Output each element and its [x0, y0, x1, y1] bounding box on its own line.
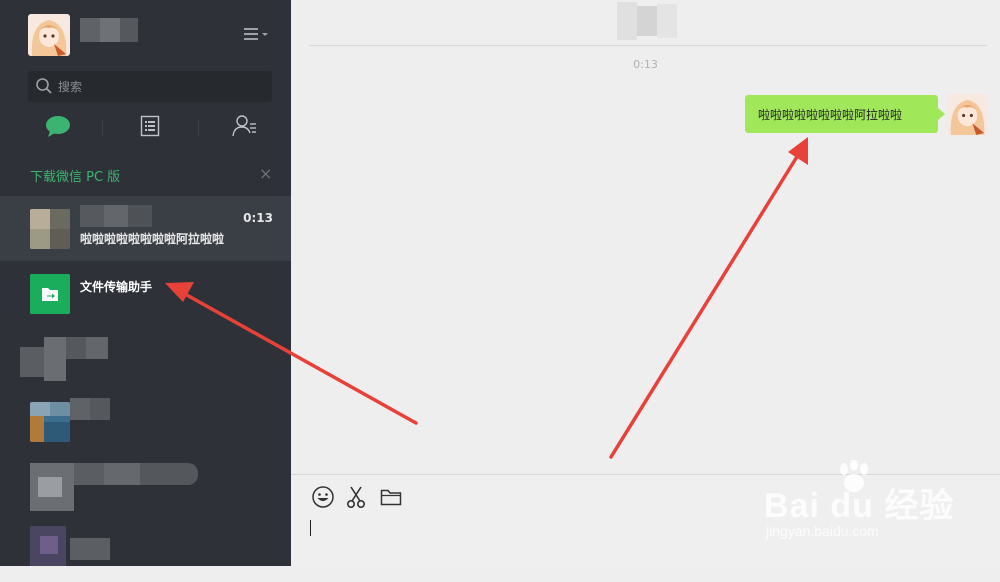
chat-time: 0:13 — [243, 211, 273, 225]
tab-contacts[interactable] — [214, 106, 274, 146]
contact-name-blurred — [80, 205, 152, 227]
chat-title-blurred — [617, 2, 677, 40]
blurred-content — [70, 398, 110, 420]
search-input[interactable] — [58, 77, 258, 96]
scissors-icon[interactable] — [344, 485, 368, 509]
tab-moments[interactable] — [120, 106, 180, 146]
chat-preview: 啦啦啦啦啦啦啦啦阿拉啦啦 — [80, 232, 225, 246]
avatar — [30, 209, 70, 249]
folder-icon[interactable] — [379, 485, 403, 509]
tab-chats[interactable] — [28, 106, 88, 146]
download-pc-link[interactable]: 下载微信 PC 版 — [30, 166, 120, 185]
chat-list-item-blurred[interactable] — [0, 518, 291, 582]
chat-list-item-blurred[interactable] — [0, 457, 291, 521]
chat-name: 文件传输助手 — [80, 280, 153, 294]
close-icon[interactable]: × — [259, 164, 272, 183]
download-pc-banner[interactable]: 下载微信 PC 版 × — [0, 152, 291, 197]
search-icon — [35, 77, 53, 95]
profile-avatar[interactable] — [28, 14, 70, 56]
blurred-content — [30, 463, 198, 511]
chat-list-item[interactable]: 0:13 啦啦啦啦啦啦啦啦阿拉啦啦 — [0, 197, 291, 261]
profile-name — [80, 18, 138, 42]
blurred-content — [20, 337, 108, 381]
baidu-watermark: Bai du 经验 jingyan.baidu.com — [764, 460, 994, 550]
sidebar-tabs — [0, 106, 291, 146]
message-timestamp: 0:13 — [633, 58, 658, 71]
avatar — [30, 402, 70, 442]
search-box — [28, 71, 272, 102]
watermark-main-text: Bai du 经验 — [764, 487, 955, 525]
tab-separator — [102, 120, 103, 136]
menu-icon[interactable] — [244, 26, 270, 42]
blurred-content — [30, 526, 110, 566]
message-bubble[interactable]: 啦啦啦啦啦啦啦啦阿拉啦啦 — [745, 95, 938, 133]
file-transfer-icon — [30, 274, 70, 314]
avatar[interactable] — [947, 94, 988, 135]
sidebar: 下载微信 PC 版 × 0:13 啦啦啦啦啦啦啦啦阿拉啦啦 — [0, 0, 291, 566]
emoji-icon[interactable] — [311, 485, 335, 509]
chat-list-item-blurred[interactable] — [0, 392, 291, 456]
watermark-url: jingyan.baidu.com — [766, 523, 879, 539]
chat-list-item-file-transfer[interactable]: 文件传输助手 — [0, 262, 291, 326]
header-divider — [309, 45, 987, 46]
tab-separator — [198, 120, 199, 136]
chat-list-item-blurred[interactable] — [0, 327, 291, 391]
bubble-tail — [938, 108, 945, 120]
